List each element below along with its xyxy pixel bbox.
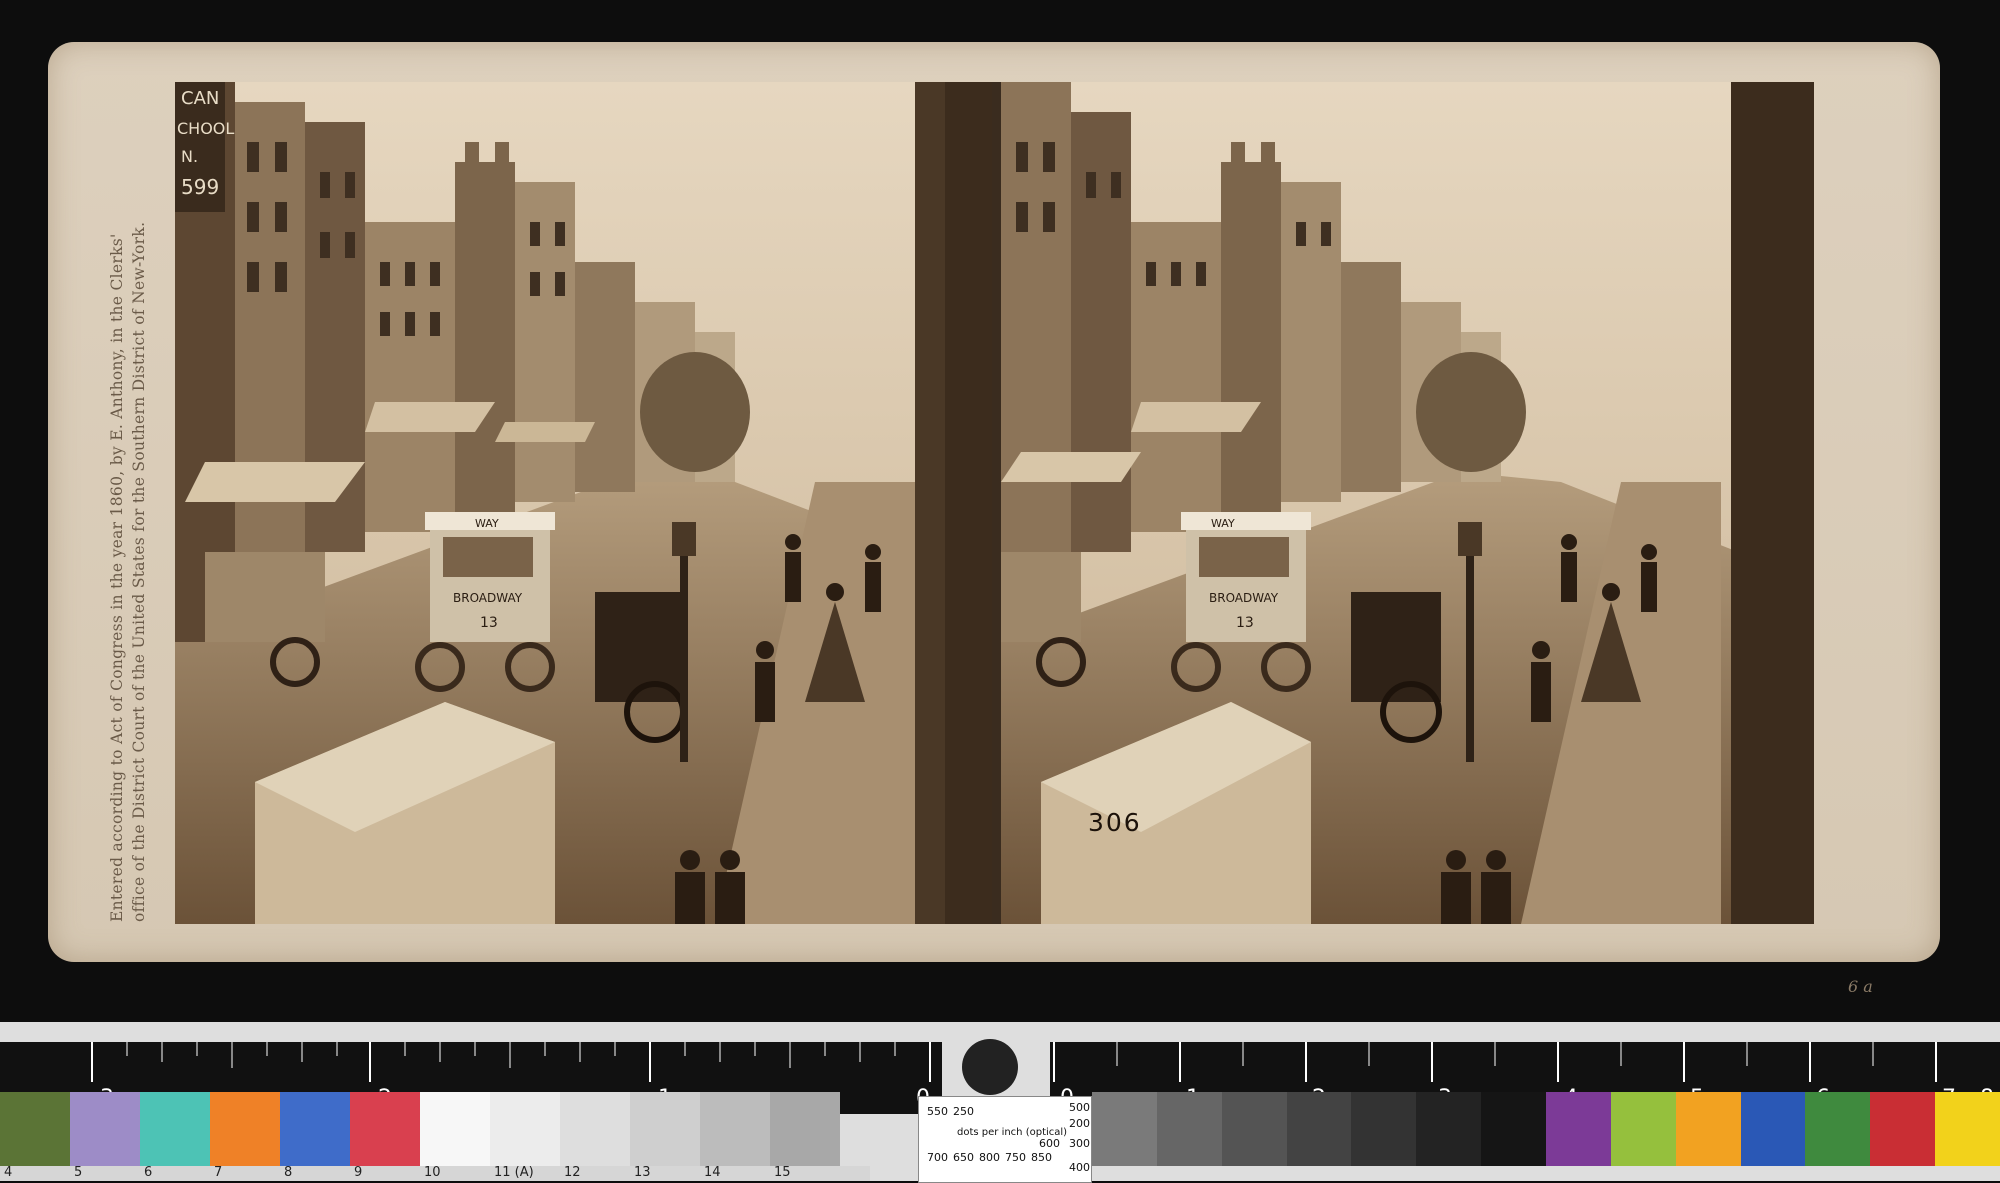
stereo-photo-right: WAY BROADWAY 13	[1001, 82, 1814, 924]
color-patch	[630, 1092, 700, 1166]
gray-scale-number: 15	[774, 1165, 791, 1180]
copyright-line-1: Entered according to Act of Congress in …	[108, 233, 126, 922]
sign-left-line-4: 599	[181, 175, 219, 199]
color-patch	[1546, 1092, 1611, 1166]
gray-scale-number: 12	[564, 1165, 581, 1180]
color-patch	[560, 1092, 630, 1166]
dpi-resolution-card: dots per inch (optical) 500 200 300 600 …	[918, 1096, 1092, 1183]
color-patch	[1156, 1092, 1222, 1166]
color-patch	[1286, 1092, 1352, 1166]
omnibus-roof-label-right: WAY	[1211, 517, 1235, 530]
color-patch	[210, 1092, 280, 1166]
color-patch	[1221, 1092, 1287, 1166]
dpi-value: 550	[927, 1105, 948, 1118]
dpi-value: 700	[927, 1151, 948, 1164]
color-patch	[1935, 1092, 2000, 1166]
omnibus-number-right: 13	[1236, 615, 1254, 631]
gray-scale-number: 4	[4, 1165, 13, 1180]
copyright-notice: Entered according to Act of Congress in …	[106, 102, 150, 922]
omnibus-name: BROADWAY	[453, 591, 523, 605]
color-patch	[1092, 1092, 1157, 1166]
color-patch	[1481, 1092, 1547, 1166]
gray-scale-number: 10	[424, 1165, 441, 1180]
color-patch	[420, 1092, 490, 1166]
corner-pencil-note: 6 a	[1848, 977, 1873, 996]
omnibus-name-right: BROADWAY	[1209, 591, 1279, 605]
color-patch	[140, 1092, 210, 1166]
gray-scale-number: 14	[704, 1165, 721, 1180]
sign-left-line-1: CAN	[181, 88, 219, 109]
broadway-street-scene-right: WAY BROADWAY 13	[1001, 82, 1814, 924]
gray-scale-number: 6	[144, 1165, 153, 1180]
color-patch	[1610, 1092, 1676, 1166]
dpi-value: 850	[1031, 1151, 1052, 1164]
color-patch	[490, 1092, 560, 1166]
color-patch	[700, 1092, 770, 1166]
color-patch	[350, 1092, 420, 1166]
stereo-photo-left: CAN CHOOL N. 599 WAY BROADWAY 13	[175, 82, 997, 924]
gray-scale-number: 8	[284, 1165, 293, 1180]
omnibus-roof-label: WAY	[475, 517, 499, 530]
dpi-value: 600	[1039, 1137, 1060, 1150]
gray-scale-number: 7	[214, 1165, 223, 1180]
dpi-value: 650	[953, 1151, 974, 1164]
dpi-value: 750	[1005, 1151, 1026, 1164]
color-patch	[1740, 1092, 1806, 1166]
dpi-value: 200	[1069, 1117, 1090, 1130]
color-patch	[1805, 1092, 1871, 1166]
handwritten-plate-number: 306	[1088, 808, 1142, 837]
sign-left-line-3: N.	[181, 147, 198, 166]
gray-scale-number: 13	[634, 1165, 651, 1180]
copyright-line-2: office of the District Court of the Unit…	[130, 221, 148, 922]
sign-left-line-2: CHOOL	[177, 119, 234, 138]
dpi-value: 250	[953, 1105, 974, 1118]
dpi-value: 500	[1069, 1101, 1090, 1114]
gray-scale-number: 5	[74, 1165, 83, 1180]
ruler-center-dot	[962, 1039, 1018, 1095]
gray-scale-number: 11 (A)	[494, 1165, 534, 1180]
dpi-value: 800	[979, 1151, 1000, 1164]
color-patch	[70, 1092, 140, 1166]
dpi-value: 300	[1069, 1137, 1090, 1150]
omnibus-number: 13	[480, 615, 498, 631]
gray-scale-numbers: 4 5 6 7 8 9 10 11 (A) 12 13 14 15	[0, 1165, 870, 1181]
color-patch	[770, 1092, 840, 1166]
gray-scale-number: 9	[354, 1165, 363, 1180]
broadway-street-scene-left: CAN CHOOL N. 599 WAY BROADWAY 13	[175, 82, 997, 924]
color-patch	[1416, 1092, 1482, 1166]
dpi-value: 400	[1069, 1161, 1090, 1174]
color-patch	[0, 1092, 70, 1166]
stereo-divider	[992, 82, 1001, 924]
color-patch	[280, 1092, 350, 1166]
color-patch	[1351, 1092, 1417, 1166]
color-patch	[1870, 1092, 1936, 1166]
color-patch	[1675, 1092, 1741, 1166]
